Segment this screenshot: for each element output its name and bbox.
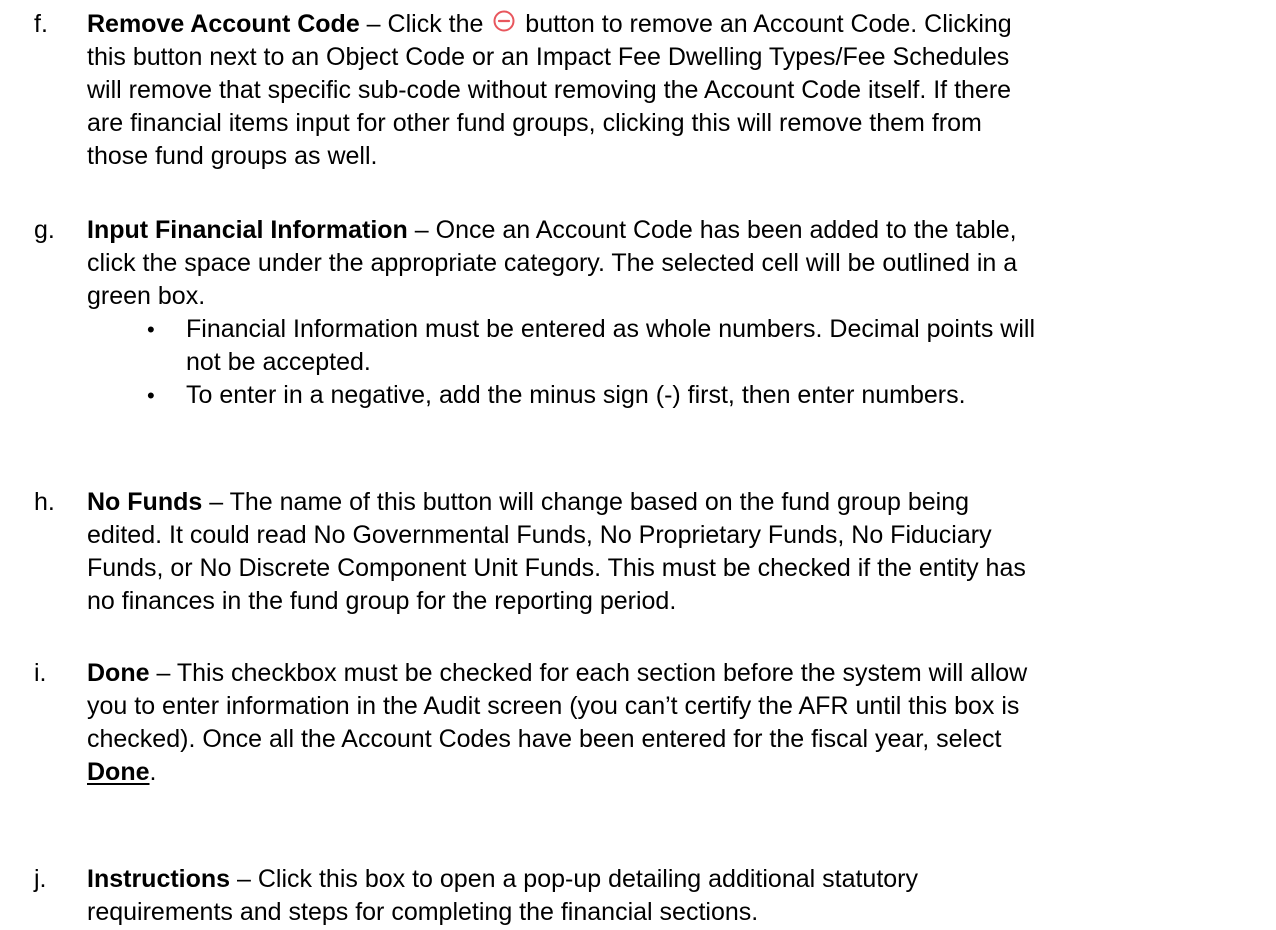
list-item-line: you to enter information in the Audit sc… xyxy=(87,692,1020,720)
list-item-content: Done – This checkbox must be checked for… xyxy=(87,657,1267,789)
list-item-line: Instructions – Click this box to open a … xyxy=(87,863,1267,896)
list-marker: i. xyxy=(34,659,47,687)
list-marker: f. xyxy=(34,10,48,38)
list-item-line: Remove Account Code – Click the button t… xyxy=(87,8,1267,41)
remove-circle-icon xyxy=(491,9,517,35)
title-dash: – xyxy=(407,216,436,244)
done-emphasis: Done xyxy=(87,758,150,786)
bullet-text: Financial Information must be entered as… xyxy=(186,313,1266,379)
item-text: Click the xyxy=(387,10,491,38)
list-item-line: are financial items input for other fund… xyxy=(87,109,982,137)
bullet-symbol: • xyxy=(147,383,155,408)
item-title: No Funds xyxy=(87,488,203,516)
list-item-line: requirements and steps for completing th… xyxy=(87,898,759,926)
list-item-line: green box. xyxy=(87,282,206,310)
item-title: Input Financial Information xyxy=(87,216,408,244)
title-dash: – xyxy=(359,10,388,38)
list-marker: g. xyxy=(34,216,55,244)
list-marker: h. xyxy=(34,488,55,516)
bullet-line: To enter in a negative, add the minus si… xyxy=(186,381,966,409)
list-item-line: Input Financial Information – Once an Ac… xyxy=(87,214,1267,247)
list-item-line: those fund groups as well. xyxy=(87,142,378,170)
list-item-content: No Funds – The name of this button will … xyxy=(87,486,1267,618)
item-text: The name of this button will change base… xyxy=(229,488,970,516)
item-text: button to remove an Account Code. Clicki… xyxy=(518,10,1012,38)
list-item-line: will remove that specific sub-code witho… xyxy=(87,76,1012,104)
list-item-line: this button next to an Object Code or an… xyxy=(87,43,1010,71)
title-dash: – xyxy=(149,659,177,687)
list-item-content: Instructions – Click this box to open a … xyxy=(87,863,1267,929)
item-text: Once an Account Code has been added to t… xyxy=(435,216,1017,244)
list-item-line: Funds, or No Discrete Component Unit Fun… xyxy=(87,554,1026,582)
item-text: Click this box to open a pop-up detailin… xyxy=(257,865,919,893)
title-dash: – xyxy=(202,488,230,516)
item-title: Done xyxy=(87,659,150,687)
list-marker: j. xyxy=(34,865,47,893)
list-item-line: no finances in the fund group for the re… xyxy=(87,587,677,615)
list-item-content: Remove Account Code – Click the button t… xyxy=(87,8,1267,173)
bullet-text: To enter in a negative, add the minus si… xyxy=(186,379,1266,412)
bullet-line: not be accepted. xyxy=(186,348,371,376)
list-item-line: click the space under the appropriate ca… xyxy=(87,249,1018,277)
item-title: Remove Account Code xyxy=(87,10,360,38)
list-item-content: Input Financial Information – Once an Ac… xyxy=(87,214,1267,313)
item-text: This checkbox must be checked for each s… xyxy=(176,659,1028,687)
list-item-line: Done – This checkbox must be checked for… xyxy=(87,657,1267,690)
list-item-line: No Funds – The name of this button will … xyxy=(87,486,1267,519)
bullet-line: Financial Information must be entered as… xyxy=(186,315,1035,343)
title-dash: – xyxy=(230,865,258,893)
list-item-line: Done. xyxy=(87,756,1267,789)
document-page: { "items": [ { "marker": "f.", "title": … xyxy=(0,0,1276,930)
list-item-line: edited. It could read No Governmental Fu… xyxy=(87,521,992,549)
list-item-line: checked). Once all the Account Codes hav… xyxy=(87,725,1002,753)
item-title: Instructions xyxy=(87,865,231,893)
item-text: . xyxy=(149,758,157,786)
bullet-symbol: • xyxy=(147,317,155,342)
